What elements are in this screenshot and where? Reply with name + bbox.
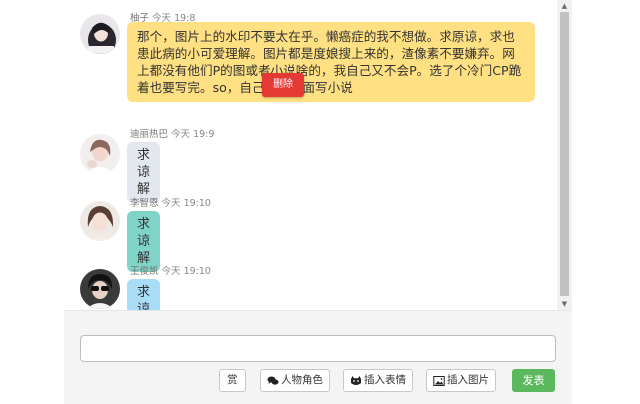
scroll-down-arrow-icon[interactable]: ▼ — [557, 298, 572, 310]
message-text: 求谅解 — [137, 285, 151, 310]
send-button[interactable]: 发表 — [512, 369, 555, 392]
avatar[interactable] — [80, 269, 120, 309]
message-text: 那个，图片上的水印不要太在乎。懒癌症的我不想做。求原谅，求也患此病的小可爱理解。… — [137, 29, 522, 95]
message-time: 今天 19:10 — [161, 266, 211, 277]
avatar[interactable] — [80, 14, 120, 54]
scroll-up-arrow-icon[interactable]: ▲ — [557, 0, 572, 12]
reward-button-label: 赏 — [227, 374, 238, 386]
message-bubble[interactable]: 求谅解 — [127, 142, 161, 203]
message-meta: 王俊凯 今天 19:10 — [130, 263, 211, 277]
insert-image-button[interactable]: 插入图片 — [426, 369, 496, 392]
emoji-face-icon — [351, 375, 361, 385]
role-button-label: 人物角色 — [281, 374, 323, 386]
delete-button[interactable]: 删除 — [262, 73, 304, 97]
chat-message-list[interactable]: 柚子 今天 19:8 那个，图片上的水印不要太在乎。懒癌症的我不想做。求原谅，求… — [64, 0, 572, 310]
message-bubble[interactable]: 求谅解 — [127, 279, 161, 310]
avatar[interactable] — [80, 201, 120, 241]
message-bubble[interactable]: 那个，图片上的水印不要太在乎。懒癌症的我不想做。求原谅，求也患此病的小可爱理解。… — [127, 22, 535, 102]
image-icon — [433, 375, 445, 386]
message-text: 求谅解 — [137, 217, 151, 266]
message-meta: 李智恩 今天 19:10 — [130, 195, 211, 209]
composer: 赏 人物角色 插入表情 插入图片 发表 — [64, 310, 572, 404]
message-text: 求谅解 — [137, 148, 151, 197]
insert-image-button-label: 插入图片 — [447, 374, 489, 386]
emoji-button[interactable]: 插入表情 — [343, 369, 413, 392]
emoji-button-label: 插入表情 — [364, 374, 406, 386]
chat-scrollbar[interactable]: ▲ ▼ — [557, 0, 572, 310]
message-input[interactable] — [80, 335, 556, 362]
reward-button[interactable]: 赏 — [219, 369, 246, 392]
scroll-thumb[interactable] — [560, 12, 569, 296]
message-time: 今天 19:10 — [161, 198, 211, 209]
message-meta: 迪丽热巴 今天 19:9 — [130, 126, 214, 140]
role-button[interactable]: 人物角色 — [260, 369, 330, 392]
avatar[interactable] — [80, 134, 120, 174]
sender-name: 王俊凯 — [130, 266, 159, 277]
sender-name: 迪丽热巴 — [130, 129, 169, 140]
chat-bubbles-icon — [267, 376, 279, 385]
message-time: 今天 19:9 — [171, 129, 215, 140]
sender-name: 李智恩 — [130, 198, 159, 209]
